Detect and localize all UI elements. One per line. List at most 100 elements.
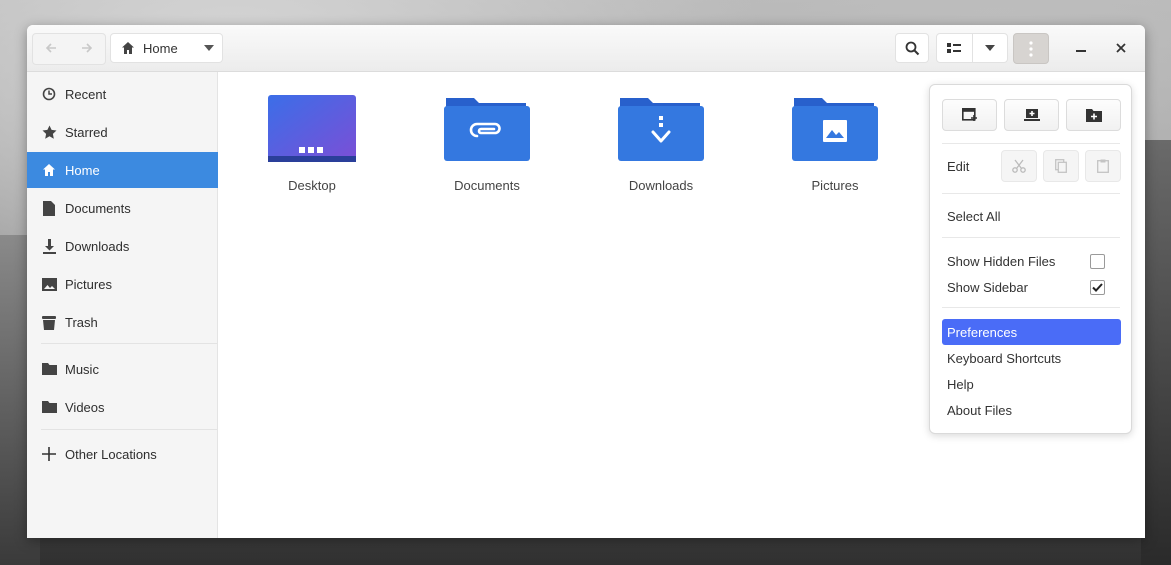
path-bar[interactable]: Home — [110, 33, 223, 63]
sidebar-item-other-locations[interactable]: Other Locations — [27, 436, 218, 472]
minimize-icon — [1076, 50, 1086, 52]
desktop-folder-icon — [267, 94, 357, 164]
sidebar-item-music[interactable]: Music — [27, 351, 218, 387]
file-name: Desktop — [288, 178, 336, 193]
cut-icon — [1012, 159, 1026, 173]
wallpaper-right — [1141, 140, 1171, 565]
help-item[interactable]: Help — [942, 371, 1121, 397]
sidebar-item-label: Starred — [65, 124, 108, 140]
preferences-item[interactable]: Preferences — [942, 319, 1121, 345]
list-view-icon — [947, 43, 962, 53]
documents-folder-icon — [442, 94, 532, 164]
preferences-label: Preferences — [947, 324, 1018, 340]
new-window-button[interactable] — [942, 99, 997, 131]
menu-divider — [942, 193, 1120, 194]
sidebar-item-label: Documents — [65, 200, 131, 216]
sidebar-item-label: Music — [65, 361, 99, 377]
sidebar-item-home[interactable]: Home — [27, 152, 218, 188]
search-button[interactable] — [895, 33, 929, 63]
file-name: Documents — [454, 178, 520, 193]
about-files-label: About Files — [947, 402, 1013, 418]
main-menu-button[interactable] — [1013, 33, 1049, 64]
sidebar-item-pictures[interactable]: Pictures — [27, 266, 218, 302]
file-name: Pictures — [811, 178, 859, 193]
download-icon — [41, 238, 57, 254]
folder-icon — [41, 399, 57, 415]
copy-icon — [1055, 159, 1067, 173]
sidebar-item-label: Recent — [65, 86, 107, 102]
close-button[interactable] — [1107, 35, 1135, 61]
arrow-right-icon — [82, 43, 93, 53]
headerbar: Home — [27, 25, 1145, 72]
file-item-pictures[interactable]: Pictures — [760, 94, 910, 193]
plus-icon — [41, 446, 57, 462]
file-item-documents[interactable]: Documents — [412, 94, 562, 193]
sidebar-item-downloads[interactable]: Downloads — [27, 228, 218, 264]
downloads-folder-icon — [616, 94, 706, 164]
navigation-buttons — [32, 33, 106, 65]
pictures-folder-icon — [790, 94, 880, 164]
file-item-desktop[interactable]: Desktop — [237, 94, 387, 193]
folder-icon — [41, 361, 57, 377]
image-icon — [41, 276, 57, 292]
chevron-down-icon[interactable] — [204, 45, 214, 51]
sidebar-item-trash[interactable]: Trash — [27, 304, 218, 340]
new-tab-button[interactable] — [1004, 99, 1059, 131]
show-hidden-files-checkbox[interactable] — [1090, 253, 1105, 269]
keyboard-shortcuts-label: Keyboard Shortcuts — [947, 350, 1062, 366]
show-hidden-files-item[interactable]: Show Hidden Files — [942, 248, 1121, 274]
sidebar-item-label: Home — [65, 162, 100, 178]
sidebar: Recent Starred Home Documents Downloads … — [27, 72, 218, 538]
home-icon — [122, 42, 134, 54]
minimize-button[interactable] — [1067, 35, 1095, 61]
show-sidebar-item[interactable]: Show Sidebar — [942, 274, 1121, 300]
cut-button[interactable] — [1001, 150, 1037, 182]
show-sidebar-label: Show Sidebar — [947, 279, 1028, 295]
sidebar-item-recent[interactable]: Recent — [27, 76, 218, 112]
sidebar-item-label: Videos — [65, 399, 105, 415]
select-all-label: Select All — [947, 208, 1001, 224]
view-toggle-button[interactable] — [937, 34, 972, 62]
about-files-item[interactable]: About Files — [942, 397, 1121, 423]
keyboard-shortcuts-item[interactable]: Keyboard Shortcuts — [942, 345, 1121, 371]
menu-divider — [942, 143, 1120, 144]
sidebar-item-label: Trash — [65, 314, 98, 330]
edit-label: Edit — [947, 159, 970, 174]
clock-icon — [41, 86, 57, 102]
sidebar-divider — [41, 343, 217, 344]
trash-icon — [41, 314, 57, 330]
menu-divider — [942, 307, 1120, 308]
back-button[interactable] — [33, 34, 69, 62]
arrow-left-icon — [45, 43, 56, 53]
forward-button[interactable] — [69, 34, 105, 62]
sidebar-item-videos[interactable]: Videos — [27, 389, 218, 425]
view-buttons — [936, 33, 1008, 63]
checkmark-icon — [1092, 282, 1103, 292]
new-window-icon — [961, 108, 977, 121]
main-menu-popover: Edit Select All Show Hidden Files Show S… — [929, 84, 1132, 434]
copy-button[interactable] — [1043, 150, 1079, 182]
paste-button[interactable] — [1085, 150, 1121, 182]
view-options-button[interactable] — [972, 34, 1007, 62]
sidebar-item-label: Other Locations — [65, 446, 157, 462]
sidebar-item-documents[interactable]: Documents — [27, 190, 218, 226]
star-icon — [41, 124, 57, 140]
search-icon — [905, 41, 919, 55]
new-folder-icon — [1085, 108, 1102, 122]
sidebar-divider — [41, 429, 217, 430]
chevron-down-icon — [984, 45, 995, 51]
show-sidebar-checkbox[interactable] — [1090, 279, 1105, 295]
file-name: Downloads — [628, 178, 694, 193]
path-label: Home — [143, 40, 178, 56]
sidebar-item-label: Downloads — [65, 238, 130, 254]
home-icon — [41, 162, 57, 178]
sidebar-item-starred[interactable]: Starred — [27, 114, 218, 150]
select-all-item[interactable]: Select All — [942, 203, 1121, 229]
close-icon — [1116, 43, 1126, 53]
new-folder-button[interactable] — [1066, 99, 1121, 131]
show-hidden-files-label: Show Hidden Files — [947, 253, 1056, 269]
file-item-downloads[interactable]: Downloads — [586, 94, 736, 193]
document-icon — [41, 200, 57, 216]
help-label: Help — [947, 376, 974, 392]
menu-divider — [942, 237, 1120, 238]
